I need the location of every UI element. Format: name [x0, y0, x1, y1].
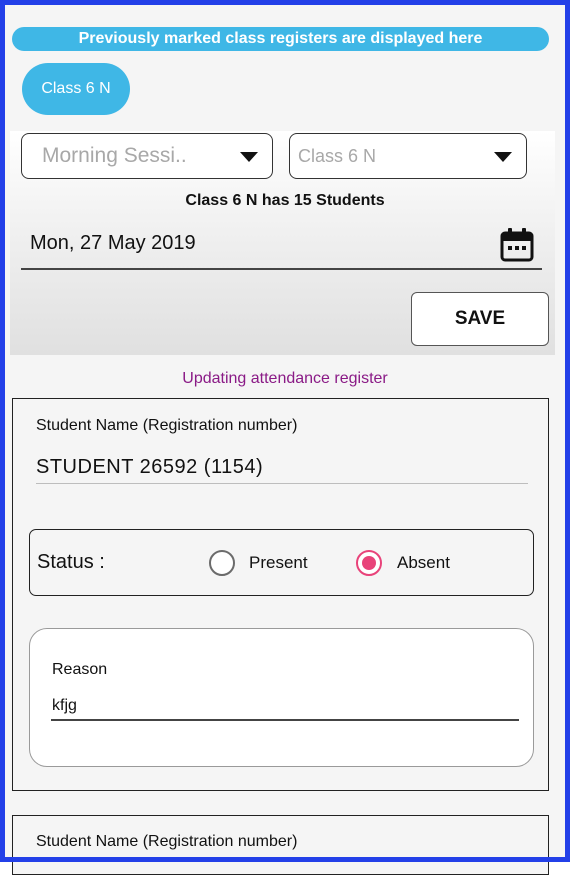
reason-input[interactable]: kfjg — [52, 697, 77, 715]
calendar-icon[interactable] — [499, 227, 535, 263]
reason-box — [29, 628, 534, 767]
present-radio[interactable] — [209, 550, 235, 576]
updating-status: Updating attendance register — [182, 370, 388, 387]
student-name: STUDENT 26592 (1154) — [36, 456, 264, 478]
student-name-label: Student Name (Registration number) — [36, 417, 298, 434]
absent-radio[interactable] — [356, 550, 382, 576]
info-banner: Previously marked class registers are di… — [12, 27, 549, 51]
present-label[interactable]: Present — [249, 553, 308, 573]
session-dropdown[interactable]: Morning Sessi.. — [21, 133, 273, 179]
status-label: Status : — [37, 551, 105, 573]
class-dropdown[interactable]: Class 6 N — [289, 133, 527, 179]
class-dropdown-value: Class 6 N — [298, 146, 377, 166]
radio-selected-dot — [362, 556, 376, 570]
date-field[interactable]: Mon, 27 May 2019 — [30, 232, 196, 255]
save-button[interactable]: SAVE — [411, 292, 549, 346]
student-count: Class 6 N has 15 Students — [185, 192, 385, 209]
reason-underline — [51, 719, 519, 721]
reason-label: Reason — [52, 661, 108, 678]
class-chip[interactable]: Class 6 N — [22, 63, 130, 115]
student-name-label: Student Name (Registration number) — [36, 833, 298, 850]
session-dropdown-value: Morning Sessi.. — [42, 144, 187, 167]
student-underline — [36, 483, 528, 484]
absent-label[interactable]: Absent — [397, 553, 450, 573]
caret-down-icon — [494, 152, 512, 162]
date-underline — [21, 268, 542, 270]
caret-down-icon — [240, 152, 258, 162]
